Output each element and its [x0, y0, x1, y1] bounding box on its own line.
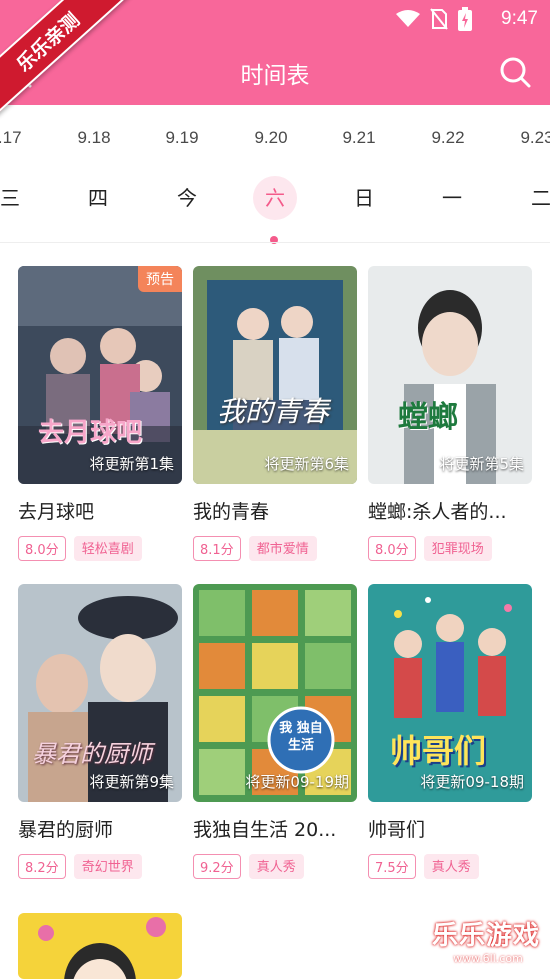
genre-tag: 都市爱情	[248, 536, 317, 561]
poster-caption: 螳螂	[398, 400, 458, 435]
date-item[interactable]: 9.22	[413, 128, 483, 148]
update-label: 将更新09-18期	[420, 773, 524, 791]
score-badge: 8.2分	[18, 854, 66, 879]
show-card[interactable]: 去月球吧 预告 将更新第1集 去月球吧 8.0分 轻松喜剧	[18, 266, 182, 561]
date-item[interactable]: 9.23	[502, 128, 550, 148]
poster: 我的青春 将更新第6集	[193, 266, 357, 484]
show-card[interactable]: 帅哥们 将更新09-18期 帅哥们 7.5分 真人秀	[368, 584, 532, 879]
score-badge: 9.2分	[193, 854, 241, 879]
show-card[interactable]: 我的青春 将更新第6集 我的青春 8.1分 都市爱情	[193, 266, 357, 561]
poster-caption: 去月球吧	[38, 418, 143, 448]
update-label: 将更新09-19期	[245, 773, 349, 791]
poster: 螳螂 将更新第5集	[368, 266, 532, 484]
score-badge: 7.5分	[368, 854, 416, 879]
poster	[18, 913, 182, 979]
status-time: 9:47	[501, 8, 538, 29]
watermark-url: www.6ll.com	[453, 952, 523, 965]
poster-art	[18, 584, 182, 802]
show-card[interactable]: 暴君的厨师 将更新第9集 暴君的厨师 8.2分 奇幻世界	[18, 584, 182, 879]
show-title: 螳螂:杀人者的...	[368, 501, 507, 523]
show-title: 暴君的厨师	[18, 819, 114, 841]
poster: 我 独自 生活 将更新09-19期	[193, 584, 357, 802]
poster-art	[193, 266, 357, 484]
poster-caption: 暴君的厨师	[32, 740, 152, 768]
search-icon[interactable]	[498, 55, 532, 89]
poster: 暴君的厨师 将更新第9集	[18, 584, 182, 802]
weekday-tab[interactable]: 今	[165, 176, 209, 220]
no-sim-icon	[430, 8, 448, 30]
poster-art	[18, 913, 182, 979]
show-title: 去月球吧	[18, 501, 95, 523]
date-item[interactable]: 9.19	[147, 128, 217, 148]
poster-art	[193, 584, 357, 802]
poster-art	[368, 266, 532, 484]
poster-caption: 我 独自 生活	[279, 721, 323, 753]
update-label: 将更新第6集	[264, 455, 349, 473]
update-label: 将更新第5集	[439, 455, 524, 473]
show-title: 我的青春	[193, 501, 270, 523]
genre-tag: 犯罪现场	[423, 536, 492, 561]
date-item[interactable]: 9.21	[324, 128, 394, 148]
poster-caption: 我的青春	[217, 395, 330, 428]
battery-charging-icon	[458, 7, 472, 31]
poster: 帅哥们 将更新09-18期	[368, 584, 532, 802]
genre-tag: 奇幻世界	[73, 854, 142, 879]
poster: 去月球吧 预告 将更新第1集	[18, 266, 182, 484]
weekday-strip: 三 四 今 六 日 一 二	[0, 176, 550, 220]
watermark: 乐乐游戏 www.6ll.com	[432, 915, 544, 973]
weekday-tab[interactable]: 三	[0, 176, 32, 220]
update-label: 将更新第9集	[89, 773, 174, 791]
weekday-tab[interactable]: 二	[519, 176, 550, 220]
genre-tag: 真人秀	[423, 854, 479, 879]
date-item[interactable]: 9.20	[236, 128, 306, 148]
show-card[interactable]	[18, 913, 182, 979]
poster-art	[18, 266, 182, 484]
weekday-tab[interactable]: 一	[430, 176, 474, 220]
weekday-tab-selected[interactable]: 六	[253, 176, 297, 220]
date-item[interactable]: 9.18	[59, 128, 129, 148]
watermark-text: 乐乐游戏	[432, 921, 541, 951]
status-icons	[396, 7, 472, 31]
page-title: 时间表	[240, 63, 310, 89]
genre-tag: 轻松喜剧	[73, 536, 142, 561]
update-label: 将更新第1集	[89, 455, 174, 473]
show-card[interactable]: 我 独自 生活 将更新09-19期 我独自生活 20... 9.2分 真人秀	[193, 584, 357, 879]
date-strip: 9.17 9.18 9.19 9.20 9.21 9.22 9.23	[0, 128, 550, 158]
preview-badge: 预告	[138, 266, 182, 292]
genre-tag: 真人秀	[248, 854, 304, 879]
divider	[0, 242, 550, 243]
wifi-icon	[396, 10, 420, 27]
score-badge: 8.1分	[193, 536, 241, 561]
poster-caption: 帅哥们	[390, 732, 487, 770]
show-title: 我独自生活 20...	[193, 819, 337, 841]
weekday-tab[interactable]: 四	[76, 176, 120, 220]
date-item[interactable]: 9.17	[0, 128, 40, 148]
show-title: 帅哥们	[368, 819, 426, 841]
show-card[interactable]: 螳螂 将更新第5集 螳螂:杀人者的... 8.0分 犯罪现场	[368, 266, 532, 561]
weekday-tab[interactable]: 日	[342, 176, 386, 220]
score-badge: 8.0分	[368, 536, 416, 561]
score-badge: 8.0分	[18, 536, 66, 561]
